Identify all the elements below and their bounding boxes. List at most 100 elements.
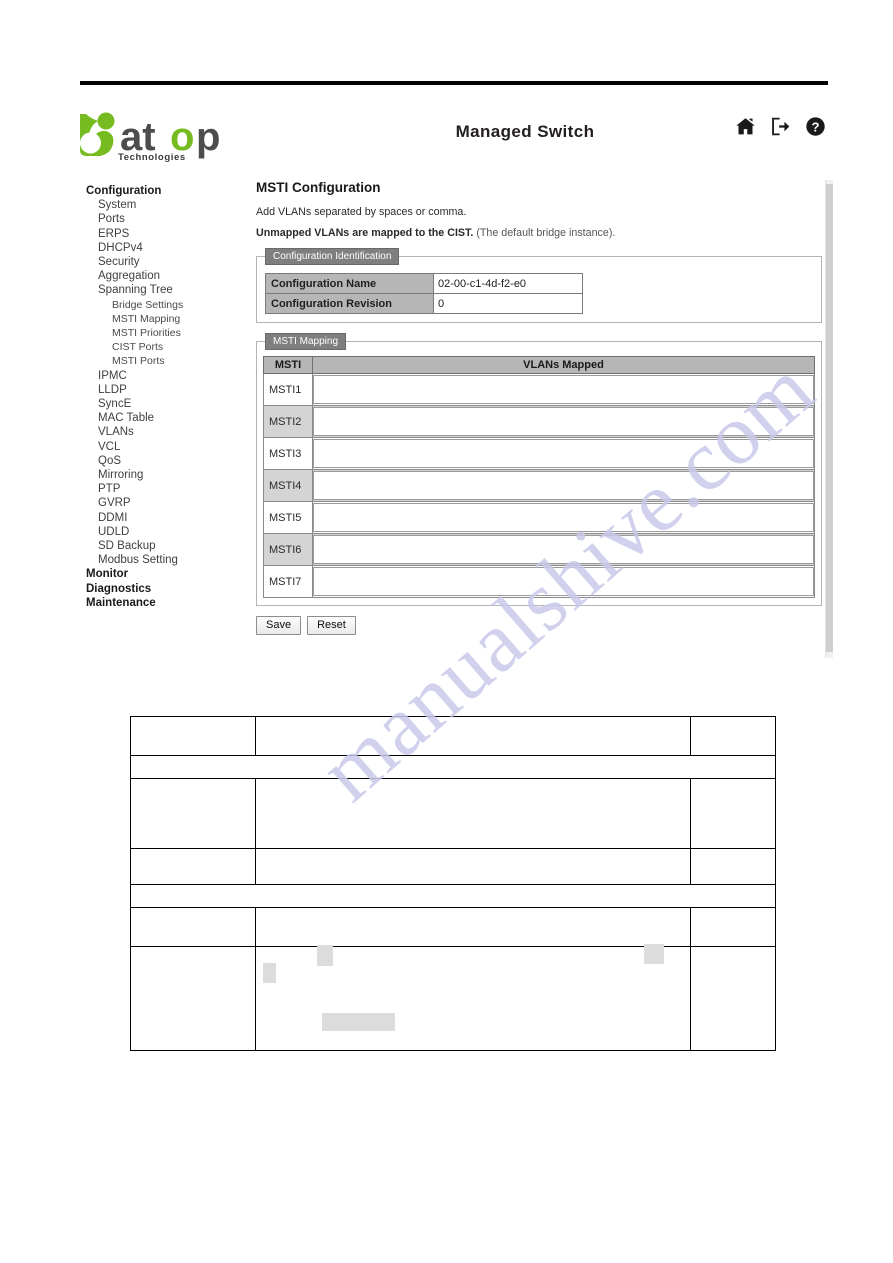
- table-cell: [690, 778, 776, 849]
- header-icon-group: ?: [735, 116, 826, 137]
- svg-text:Technologies: Technologies: [118, 152, 186, 162]
- sidebar-item-monitor: Monitor: [86, 568, 129, 581]
- sidebar-item-system[interactable]: System: [82, 198, 250, 212]
- vlans-mapped-cell: [312, 501, 815, 534]
- table-cell: [690, 848, 776, 885]
- vlans-mapped-cell: [312, 437, 815, 470]
- table-cell: [130, 946, 256, 1051]
- managed-switch-ui: at o p Technologies Managed Switch ? Con…: [80, 96, 833, 661]
- content-scrollbar-thumb[interactable]: [826, 184, 833, 652]
- vlans-mapped-input-msti1[interactable]: [313, 375, 814, 404]
- table-row: [130, 778, 776, 849]
- sidebar-item-mac-table[interactable]: MAC Table: [82, 411, 250, 425]
- sidebar-item-lldp[interactable]: LLDP: [82, 383, 250, 397]
- sidebar-item-ports[interactable]: Ports: [82, 212, 250, 226]
- sidebar-item-vlans[interactable]: VLANs: [82, 425, 250, 439]
- table-row: MSTI6: [263, 533, 815, 566]
- sidebar-item-cist-ports[interactable]: CIST Ports: [82, 340, 250, 354]
- sidebar-item-synce[interactable]: SyncE: [82, 397, 250, 411]
- hint-unmapped-bold: Unmapped VLANs: [256, 227, 350, 239]
- configuration-name-cell: [433, 273, 583, 294]
- home-icon[interactable]: [735, 116, 756, 137]
- configuration-revision-label: Configuration Revision: [265, 293, 434, 314]
- sidebar-item-spanning-tree[interactable]: Spanning Tree: [82, 283, 250, 297]
- help-icon[interactable]: ?: [805, 116, 826, 137]
- sidebar-item-sd-backup[interactable]: SD Backup: [82, 539, 250, 553]
- content-heading: MSTI Configuration: [256, 180, 381, 195]
- sidebar-item-dhcpv4[interactable]: DHCPv4: [82, 241, 250, 255]
- sidebar-item-ipmc[interactable]: IPMC: [82, 369, 250, 383]
- sidebar-item-ptp[interactable]: PTP: [82, 482, 250, 496]
- table-section-cell: [130, 755, 776, 779]
- svg-text:p: p: [196, 115, 220, 159]
- sidebar-item-udld[interactable]: UDLD: [82, 525, 250, 539]
- sidebar-item-msti-ports[interactable]: MSTI Ports: [82, 354, 250, 368]
- table-cell: [255, 778, 691, 849]
- hint-add-vlans: Add VLANs separated by spaces or comma.: [256, 206, 467, 218]
- atop-logo: at o p Technologies: [76, 110, 246, 162]
- table-row: [130, 907, 776, 947]
- sidebar-item-msti-mapping[interactable]: MSTI Mapping: [82, 312, 250, 326]
- configuration-name-label: Configuration Name: [265, 273, 434, 294]
- content-scrollbar[interactable]: [825, 180, 833, 658]
- table-row: [130, 848, 776, 885]
- sidebar-item-mirroring[interactable]: Mirroring: [82, 468, 250, 482]
- sidebar-item-msti-priorities[interactable]: MSTI Priorities: [82, 326, 250, 340]
- vlans-mapped-input-msti4[interactable]: [313, 471, 814, 500]
- msti-label: MSTI3: [263, 437, 313, 470]
- table-row: MSTI3: [263, 437, 815, 470]
- configuration-name-input[interactable]: [434, 275, 582, 293]
- msti-mapping-legend: MSTI Mapping: [265, 333, 347, 350]
- vlans-mapped-cell: [312, 405, 815, 438]
- save-button[interactable]: Save: [256, 616, 302, 635]
- msti-label: MSTI4: [263, 469, 313, 502]
- page-top-rule: [80, 81, 828, 85]
- vlans-mapped-input-msti7[interactable]: [313, 567, 814, 596]
- vlans-mapped-input-msti2[interactable]: [313, 407, 814, 436]
- content-pane: MSTI Configuration Add VLANs separated b…: [256, 180, 822, 635]
- table-row: [130, 946, 776, 1051]
- table-row: MSTI1: [263, 373, 815, 406]
- hint-unmapped-paren: (The default bridge instance).: [473, 227, 616, 239]
- vlans-mapped-input-msti3[interactable]: [313, 439, 814, 468]
- sidebar-nav[interactable]: Configuration System Ports ERPS DHCPv4 Securi…: [82, 184, 250, 610]
- sidebar-item-vcl[interactable]: VCL: [82, 440, 250, 454]
- placeholder-box: [263, 963, 276, 983]
- placeholder-box: [317, 945, 333, 966]
- sidebar-item-ddmi[interactable]: DDMI: [82, 511, 250, 525]
- logout-icon[interactable]: [770, 116, 791, 137]
- table-cell: [690, 946, 776, 1051]
- vlans-mapped-input-msti5[interactable]: [313, 503, 814, 532]
- ui-header: at o p Technologies Managed Switch ?: [80, 96, 830, 171]
- configuration-identification-table: Configuration Name Configuration Revisio…: [265, 273, 583, 314]
- description-table: [130, 716, 776, 1051]
- msti-label: MSTI1: [263, 373, 313, 406]
- msti-mapping-table: MSTI VLANs Mapped MSTI1 MSTI2 MSTI3 MSTI4 MS…: [263, 356, 815, 598]
- reset-button[interactable]: Reset: [307, 616, 356, 635]
- table-row: MSTI2: [263, 405, 815, 438]
- msti-label: MSTI7: [263, 565, 313, 598]
- column-header-vlans-mapped: VLANs Mapped: [312, 356, 815, 374]
- sidebar-item-gvrp[interactable]: GVRP: [82, 496, 250, 510]
- vlans-mapped-input-msti6[interactable]: [313, 535, 814, 564]
- sidebar-item-diagnostics: Diagnostics: [86, 582, 152, 595]
- msti-mapping-panel: MSTI Mapping MSTI VLANs Mapped MSTI1 MSTI…: [256, 333, 822, 606]
- sidebar-item-configuration: Configuration: [86, 185, 162, 197]
- vlans-mapped-cell: [312, 565, 815, 598]
- sidebar-item-modbus-setting[interactable]: Modbus Setting: [82, 553, 250, 567]
- msti-mapping-body: MSTI1 MSTI2 MSTI3 MSTI4 MSTI5 MSTI6 MSTI7: [263, 373, 815, 598]
- placeholder-box: [644, 944, 664, 964]
- sidebar-item-qos[interactable]: QoS: [82, 454, 250, 468]
- placeholder-box: [322, 1013, 395, 1031]
- sidebar-item-bridge-settings[interactable]: Bridge Settings: [82, 298, 250, 312]
- hint-unmapped-mid: are mapped to the CIST.: [349, 227, 474, 239]
- table-cell: [130, 848, 256, 885]
- sidebar-item-aggregation[interactable]: Aggregation: [82, 269, 250, 283]
- configuration-revision-input[interactable]: [434, 295, 582, 313]
- table-row: Configuration Revision: [265, 293, 583, 314]
- sidebar-item-security[interactable]: Security: [82, 255, 250, 269]
- table-cell: [255, 848, 691, 885]
- sidebar-item-erps[interactable]: ERPS: [82, 227, 250, 241]
- table-cell: [255, 716, 691, 756]
- svg-text:?: ?: [811, 119, 819, 134]
